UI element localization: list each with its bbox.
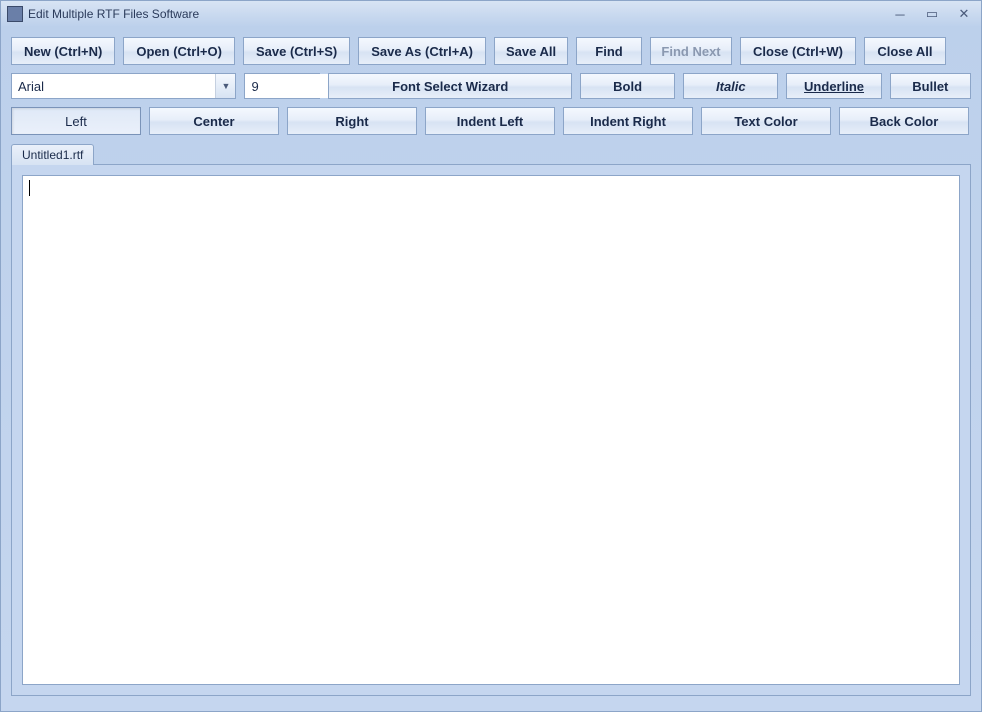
indent-left-button[interactable]: Indent Left (425, 107, 555, 135)
toolbar-row-file: New (Ctrl+N) Open (Ctrl+O) Save (Ctrl+S)… (11, 37, 971, 65)
font-size-select[interactable]: ▼ (244, 73, 320, 99)
bullet-button[interactable]: Bullet (890, 73, 971, 99)
content-area: New (Ctrl+N) Open (Ctrl+O) Save (Ctrl+S)… (1, 27, 981, 708)
minimize-button[interactable]: ─ (889, 6, 911, 22)
close-window-button[interactable]: ✕ (953, 6, 975, 22)
text-editor[interactable] (22, 175, 960, 685)
toolbar-row-font: ▼ ▼ Font Select Wizard Bold Italic Under… (11, 73, 971, 99)
align-left-button[interactable]: Left (11, 107, 141, 135)
close-button[interactable]: Close (Ctrl+W) (740, 37, 856, 65)
save-all-button[interactable]: Save All (494, 37, 568, 65)
chevron-down-icon[interactable]: ▼ (215, 74, 235, 98)
indent-right-button[interactable]: Indent Right (563, 107, 693, 135)
underline-button[interactable]: Underline (786, 73, 881, 99)
italic-button[interactable]: Italic (683, 73, 778, 99)
titlebar: Edit Multiple RTF Files Software ─ ▭ ✕ (1, 1, 981, 27)
toolbar-row-align: Left Center Right Indent Left Indent Rig… (11, 107, 971, 135)
find-next-button[interactable]: Find Next (650, 37, 732, 65)
back-color-button[interactable]: Back Color (839, 107, 969, 135)
font-name-input[interactable] (12, 74, 215, 98)
text-caret (29, 180, 30, 196)
find-button[interactable]: Find (576, 37, 642, 65)
editor-frame (11, 164, 971, 696)
app-window: Edit Multiple RTF Files Software ─ ▭ ✕ N… (0, 0, 982, 712)
app-icon (7, 6, 23, 22)
window-title: Edit Multiple RTF Files Software (28, 7, 889, 21)
align-center-button[interactable]: Center (149, 107, 279, 135)
open-button[interactable]: Open (Ctrl+O) (123, 37, 235, 65)
bold-button[interactable]: Bold (580, 73, 675, 99)
document-tab-strip: Untitled1.rtf (11, 143, 971, 164)
align-right-button[interactable]: Right (287, 107, 417, 135)
new-button[interactable]: New (Ctrl+N) (11, 37, 115, 65)
document-tab[interactable]: Untitled1.rtf (11, 144, 94, 165)
close-all-button[interactable]: Close All (864, 37, 946, 65)
save-as-button[interactable]: Save As (Ctrl+A) (358, 37, 486, 65)
font-select-wizard-button[interactable]: Font Select Wizard (328, 73, 572, 99)
maximize-button[interactable]: ▭ (921, 6, 943, 22)
window-controls: ─ ▭ ✕ (889, 6, 975, 22)
text-color-button[interactable]: Text Color (701, 107, 831, 135)
font-name-select[interactable]: ▼ (11, 73, 236, 99)
save-button[interactable]: Save (Ctrl+S) (243, 37, 350, 65)
